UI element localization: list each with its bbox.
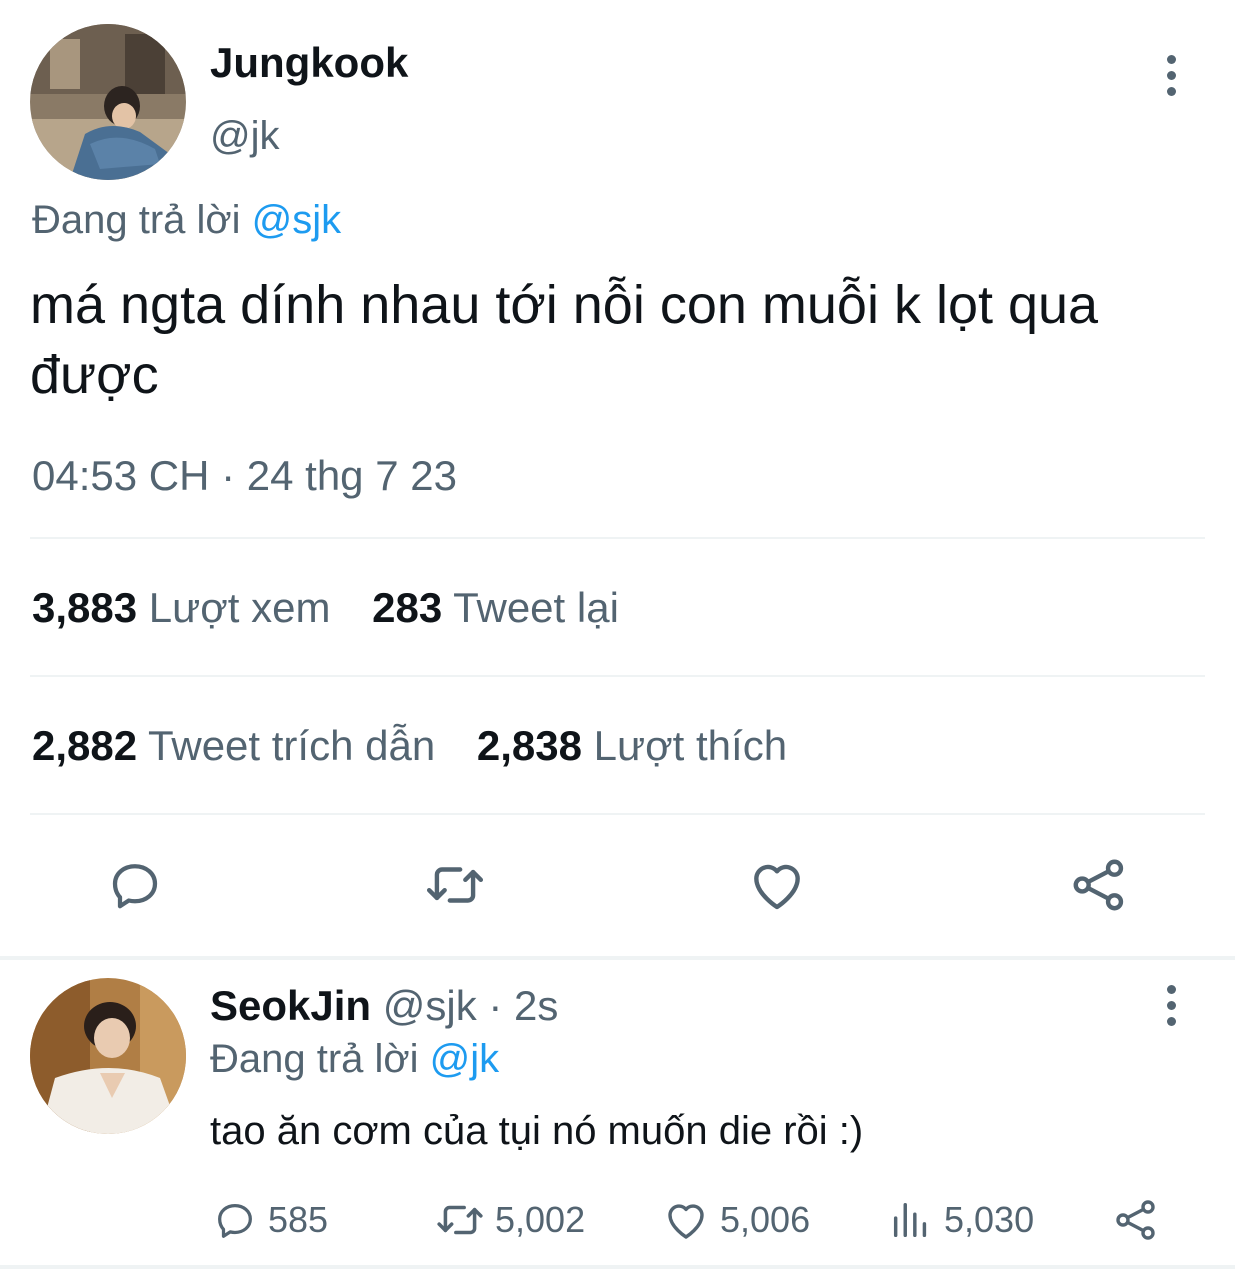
retweets-count: 283 <box>372 584 443 631</box>
reply-replies-count: 585 <box>268 1199 329 1240</box>
quotes-label: Tweet trích dẫn <box>148 722 436 769</box>
reply-more-options-icon[interactable] <box>1151 975 1191 1035</box>
author-avatar[interactable] <box>30 24 186 180</box>
reply-replying-prefix: Đang trả lời <box>210 1037 430 1081</box>
reply-author-name[interactable]: SeokJin <box>210 982 371 1029</box>
divider <box>30 813 1205 815</box>
quotes-count: 2,882 <box>32 722 138 769</box>
reply-time-ago[interactable]: · 2s <box>488 982 558 1029</box>
views-icon <box>893 1202 927 1238</box>
reply-retweet-button[interactable]: 5,002 <box>435 1190 585 1250</box>
replying-mention[interactable]: @sjk <box>252 198 342 242</box>
reply-replying-to-line: Đang trả lời @jk <box>210 1034 499 1084</box>
reply-replying-mention[interactable]: @jk <box>430 1037 500 1081</box>
retweet-icon[interactable] <box>420 850 490 920</box>
reply-header: SeokJin @sjk · 2s <box>210 980 558 1032</box>
views-count: 3,883 <box>32 584 138 631</box>
like-icon[interactable] <box>742 850 812 920</box>
likes-label: Lượt thích <box>593 722 788 769</box>
stats-row-1: 3,883 Lượt xem 283 Tweet lại <box>32 582 619 634</box>
replying-prefix: Đang trả lời <box>32 198 252 242</box>
tweet-timestamp[interactable]: 04:53 CH · 24 thg 7 23 <box>32 450 457 502</box>
views-stat[interactable]: 3,883 Lượt xem <box>32 582 330 634</box>
bottom-divider <box>0 1265 1235 1269</box>
reply-likes-count: 5,006 <box>720 1199 811 1240</box>
like-icon <box>668 1204 704 1239</box>
reply-like-button[interactable]: 5,006 <box>662 1190 810 1250</box>
more-options-icon[interactable] <box>1151 45 1191 105</box>
reply-share-button[interactable] <box>1112 1190 1160 1250</box>
reply-text: tao ăn cơm của tụi nó muốn die rồi :) <box>210 1109 864 1153</box>
quotes-stat[interactable]: 2,882 Tweet trích dẫn <box>32 720 435 772</box>
section-separator <box>0 956 1235 960</box>
likes-count: 2,838 <box>476 722 582 769</box>
author-handle[interactable]: @jk <box>210 112 280 160</box>
reply-views-count: 5,030 <box>944 1199 1035 1240</box>
retweets-stat[interactable]: 283 Tweet lại <box>372 582 619 634</box>
reply-author-avatar[interactable] <box>30 978 186 1134</box>
stats-row-2: 2,882 Tweet trích dẫn 2,838 Lượt thích <box>32 720 787 772</box>
divider <box>30 675 1205 677</box>
replying-to-line: Đang trả lời @sjk <box>32 196 341 244</box>
share-icon[interactable] <box>1064 850 1134 920</box>
views-label: Lượt xem <box>148 584 331 631</box>
likes-stat[interactable]: 2,838 Lượt thích <box>477 720 787 772</box>
reply-views-button[interactable]: 5,030 <box>888 1190 1034 1250</box>
reply-retweets-count: 5,002 <box>495 1199 586 1240</box>
divider <box>30 537 1205 539</box>
share-icon <box>1116 1200 1155 1240</box>
retweet-icon <box>437 1205 483 1235</box>
reply-icon[interactable] <box>100 850 170 920</box>
tweet-text: má ngta dính nhau tới nỗi con muỗi k lọt… <box>30 275 1099 405</box>
reply-author-handle[interactable]: @sjk <box>383 982 477 1029</box>
author-name[interactable]: Jungkook <box>210 38 408 88</box>
reply-reply-button[interactable]: 585 <box>212 1190 328 1250</box>
retweets-label: Tweet lại <box>453 584 619 631</box>
reply-icon <box>218 1203 252 1238</box>
